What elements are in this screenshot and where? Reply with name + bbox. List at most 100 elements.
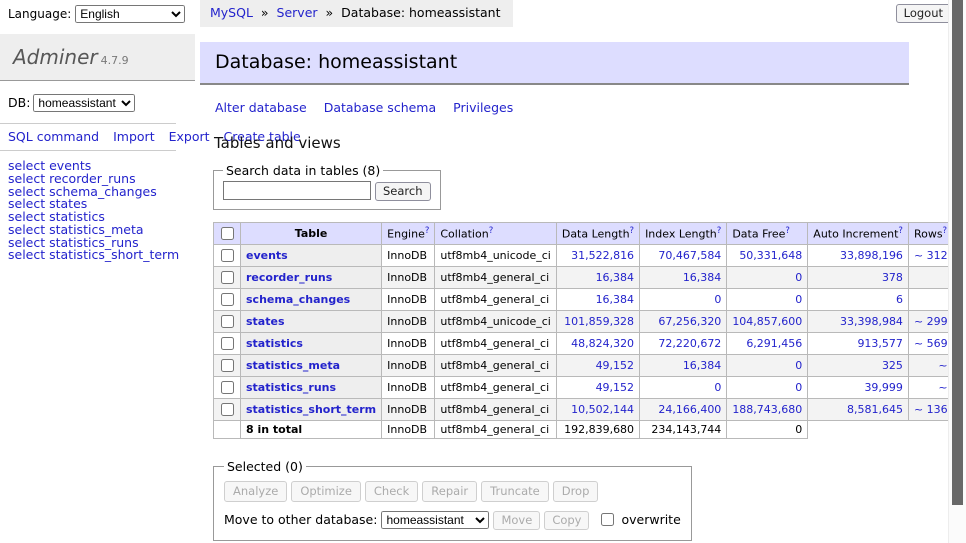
table-row: statistics_runsInnoDButf8mb4_general_ci4…	[214, 376, 966, 398]
index-length-cell: 24,166,400	[640, 398, 727, 420]
search-button[interactable]: Search	[375, 182, 431, 201]
total-index-length-cell: 234,143,744	[640, 420, 727, 438]
app-version: 4.7.9	[101, 54, 129, 67]
breadcrumb-mysql-link[interactable]: MySQL	[210, 5, 253, 20]
row-checkbox-schema_changes[interactable]	[221, 293, 234, 306]
db-select[interactable]: homeassistant	[33, 94, 135, 112]
table-link-statistics_short_term[interactable]: statistics_short_term	[246, 403, 376, 416]
database-links: Alter database Database schema Privileges	[215, 100, 949, 115]
row-checkbox-cell	[214, 354, 241, 376]
table-link-statistics_runs[interactable]: statistics_runs	[246, 381, 336, 394]
total-collation-cell: utf8mb4_general_ci	[435, 420, 556, 438]
help-icon[interactable]: ?	[630, 226, 635, 236]
help-icon[interactable]: ?	[425, 226, 430, 236]
table-link-schema_changes[interactable]: schema_changes	[246, 293, 350, 306]
move-button[interactable]: Move	[493, 511, 540, 530]
sql-command-link[interactable]: SQL command	[8, 129, 99, 144]
import-link[interactable]: Import	[113, 129, 155, 144]
table-link-events[interactable]: events	[246, 249, 288, 262]
selected-actions-row: AnalyzeOptimizeCheckRepairTruncateDrop	[224, 481, 681, 502]
index-length-cell: 72,220,672	[640, 332, 727, 354]
help-icon[interactable]: ?	[898, 226, 903, 236]
privileges-link[interactable]: Privileges	[453, 100, 513, 115]
total-name-cell: 8 in total	[241, 420, 382, 438]
data-free-cell: 0	[727, 376, 808, 398]
total-engine-cell: InnoDB	[382, 420, 435, 438]
logout-button[interactable]: Logout	[896, 4, 951, 23]
help-icon[interactable]: ?	[785, 226, 790, 236]
select-all-checkbox[interactable]	[221, 227, 234, 240]
table-name-cell: schema_changes	[241, 288, 382, 310]
table-row: statesInnoDButf8mb4_unicode_ci101,859,32…	[214, 310, 966, 332]
adminer-logo: Adminer4.7.9	[0, 34, 195, 81]
vertical-scrollbar[interactable]	[948, 0, 966, 543]
search-input[interactable]	[223, 181, 371, 200]
column-header-auto-increment: Auto Increment?	[808, 222, 909, 244]
table-name-cell: events	[241, 244, 382, 266]
sidebar-actions: SQL commandImportExportCreate table	[0, 123, 176, 151]
tables-overview-table: TableEngine?Collation?Data Length?Index …	[213, 222, 966, 439]
row-checkbox-cell	[214, 310, 241, 332]
data-length-cell: 49,152	[556, 354, 639, 376]
move-database-select[interactable]: homeassistant	[381, 511, 489, 529]
row-checkbox-statistics_short_term[interactable]	[221, 403, 234, 416]
data-free-cell: 6,291,456	[727, 332, 808, 354]
table-name-cell: recorder_runs	[241, 266, 382, 288]
analyze-button[interactable]: Analyze	[224, 481, 287, 502]
help-icon[interactable]: ?	[943, 226, 948, 236]
empty-cell	[808, 420, 909, 438]
search-fieldset: Search data in tables (8) Search	[213, 163, 441, 210]
breadcrumb-separator: »	[326, 5, 334, 20]
row-checkbox-cell	[214, 288, 241, 310]
row-checkbox-states[interactable]	[221, 315, 234, 328]
check-button[interactable]: Check	[365, 481, 418, 502]
scrollbar-thumb[interactable]	[952, 0, 963, 505]
table-name-cell: statistics	[241, 332, 382, 354]
row-checkbox-statistics_runs[interactable]	[221, 381, 234, 394]
help-icon[interactable]: ?	[489, 226, 494, 236]
engine-cell: InnoDB	[382, 244, 435, 266]
sidebar: Language:English Adminer4.7.9 DB:homeass…	[0, 0, 195, 262]
auto-increment-cell: 33,398,984	[808, 310, 909, 332]
alter-database-link[interactable]: Alter database	[215, 100, 307, 115]
collation-cell: utf8mb4_general_ci	[435, 288, 556, 310]
table-link-states[interactable]: states	[246, 315, 285, 328]
overwrite-checkbox[interactable]	[601, 513, 614, 526]
table-row: statistics_short_termInnoDButf8mb4_gener…	[214, 398, 966, 420]
copy-button[interactable]: Copy	[544, 511, 589, 530]
search-legend: Search data in tables (8)	[223, 163, 383, 178]
data-length-cell: 16,384	[556, 288, 639, 310]
help-icon[interactable]: ?	[717, 226, 722, 236]
engine-cell: InnoDB	[382, 266, 435, 288]
database-schema-link[interactable]: Database schema	[324, 100, 436, 115]
table-link-statistics_meta[interactable]: statistics_meta	[246, 359, 340, 372]
language-select[interactable]: English	[75, 5, 185, 23]
truncate-button[interactable]: Truncate	[481, 481, 549, 502]
selected-legend: Selected (0)	[224, 459, 306, 474]
table-link-recorder_runs[interactable]: recorder_runs	[246, 271, 332, 284]
collation-cell: utf8mb4_general_ci	[435, 266, 556, 288]
row-checkbox-statistics_meta[interactable]	[221, 359, 234, 372]
move-to-other-database-label: Move to other database:	[224, 512, 377, 527]
optimize-button[interactable]: Optimize	[291, 481, 361, 502]
select-all-header-cell	[214, 222, 241, 244]
main-content: MySQL » Server » Database: homeassistant…	[200, 0, 949, 543]
sidebar-list-item: select statistics_short_term	[8, 249, 187, 262]
index-length-cell: 16,384	[640, 266, 727, 288]
data-free-cell: 104,857,600	[727, 310, 808, 332]
row-checkbox-statistics[interactable]	[221, 337, 234, 350]
breadcrumb-server-link[interactable]: Server	[277, 5, 318, 20]
engine-cell: InnoDB	[382, 354, 435, 376]
collation-cell: utf8mb4_unicode_ci	[435, 244, 556, 266]
table-link-statistics[interactable]: statistics	[246, 337, 303, 350]
drop-button[interactable]: Drop	[553, 481, 599, 502]
total-checkbox-cell	[214, 420, 241, 438]
sidebar-item-select-statistics_short_term[interactable]: select statistics_short_term	[8, 247, 179, 262]
row-checkbox-cell	[214, 332, 241, 354]
row-checkbox-recorder_runs[interactable]	[221, 271, 234, 284]
breadcrumb-current: Database: homeassistant	[341, 5, 500, 20]
overwrite-label: overwrite	[621, 512, 680, 527]
row-checkbox-events[interactable]	[221, 249, 234, 262]
data-length-cell: 16,384	[556, 266, 639, 288]
repair-button[interactable]: Repair	[422, 481, 477, 502]
